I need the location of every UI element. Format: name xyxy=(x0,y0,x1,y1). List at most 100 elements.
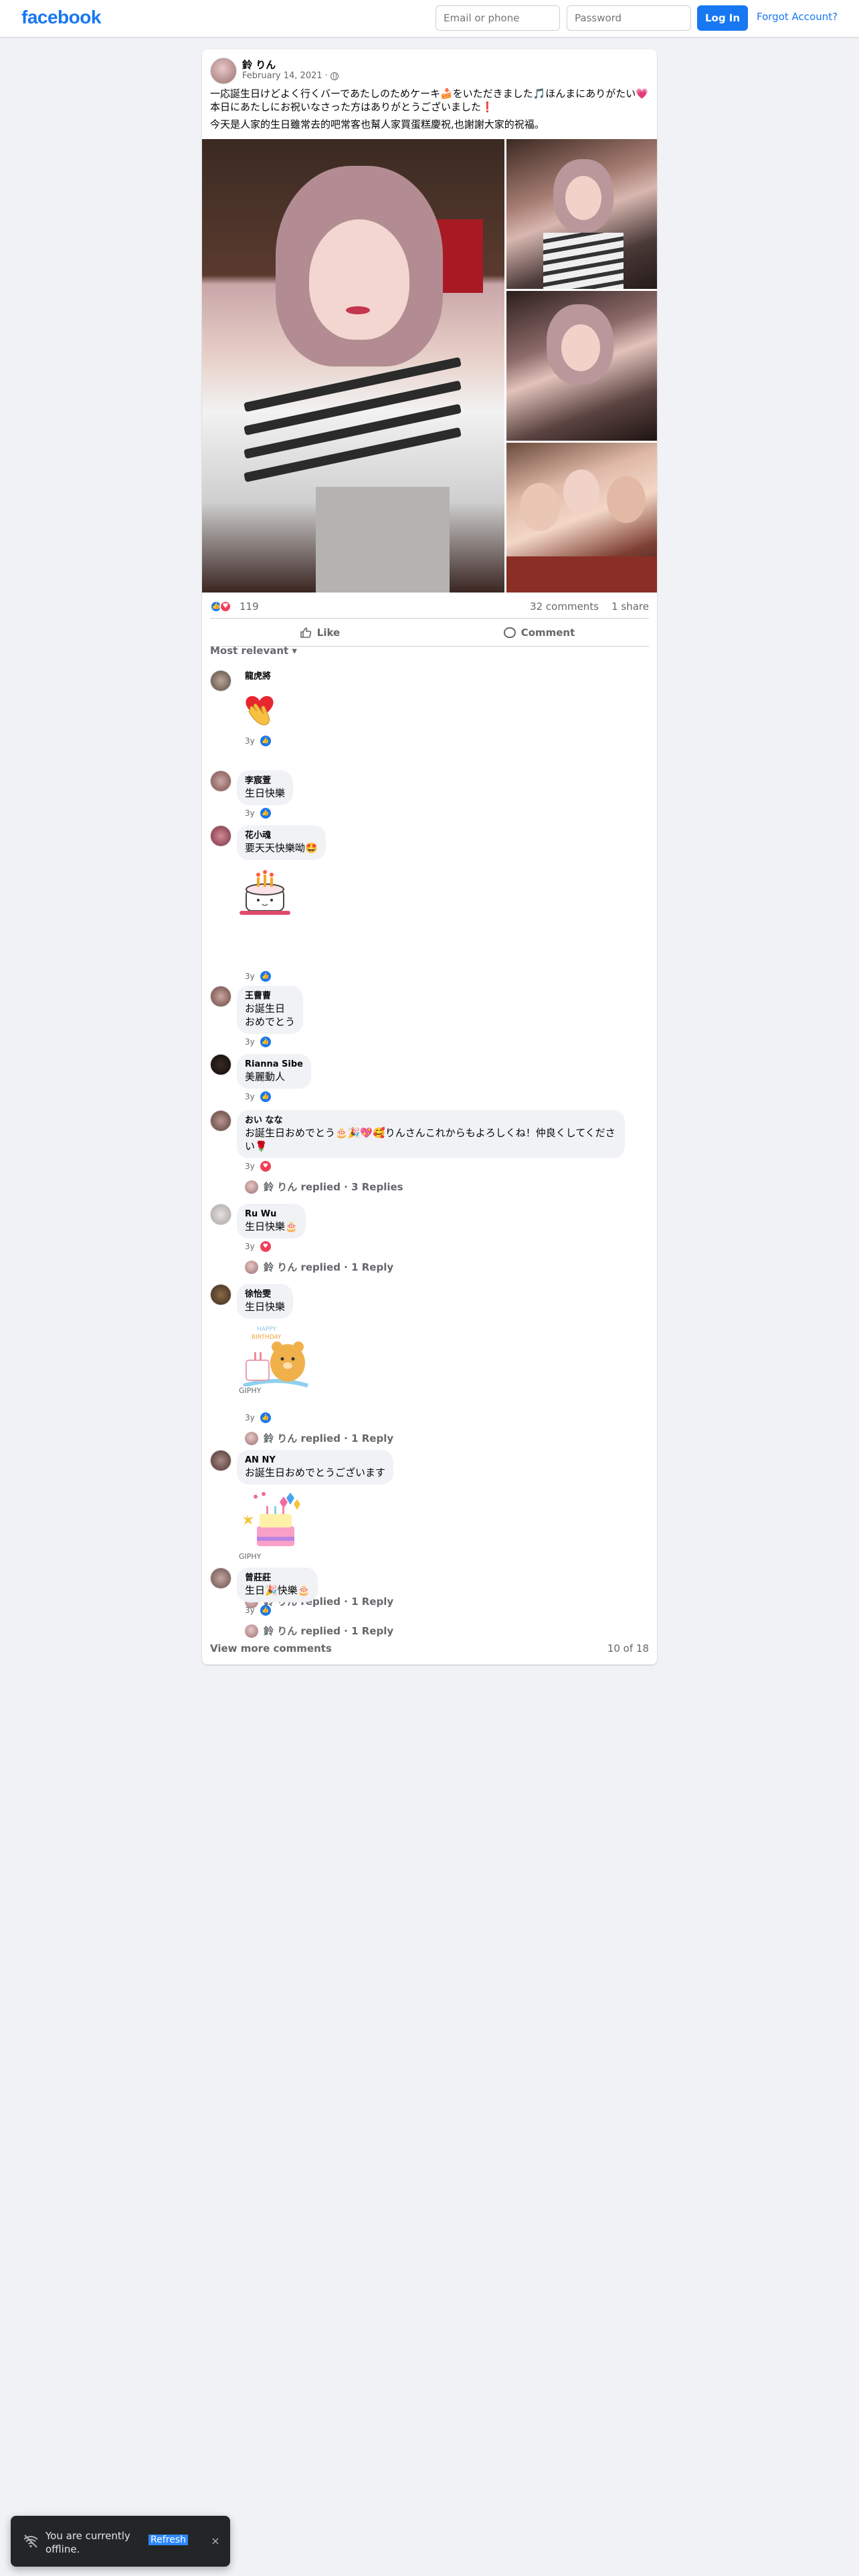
refresh-link[interactable]: Refresh xyxy=(149,2535,188,2545)
wifi-off-icon xyxy=(23,2535,38,2548)
globe-icon xyxy=(330,72,339,80)
comment-time[interactable]: 3y xyxy=(245,972,255,981)
photo-4[interactable] xyxy=(506,443,657,593)
commenter-avatar[interactable] xyxy=(210,1284,231,1305)
commenter-name[interactable]: 龍虎將 xyxy=(245,671,271,682)
comment-meta: 3y ♥ xyxy=(245,1241,271,1252)
commenter-avatar[interactable] xyxy=(210,1204,231,1225)
post-text-line: 一応誕生日けどよく行くバーであたしのためケーキ🍰をいただきました🎵ほんまにありが… xyxy=(210,88,648,100)
comment-text: 生日快樂🎂 xyxy=(245,1220,298,1232)
commenter-name[interactable]: 花小魂 xyxy=(245,831,318,841)
commenter-avatar[interactable] xyxy=(210,986,231,1007)
giphy-bear-cake-sticker[interactable]: HAPPY BIRTHDAY GIPHY xyxy=(237,1321,310,1395)
view-replies-link[interactable]: 鈴 りん replied · 3 Replies xyxy=(245,1180,403,1194)
post-text-line: 今天是人家的生日雖常去的吧常客也幫人家買蛋糕慶祝,也謝謝大家的祝福。 xyxy=(210,118,545,130)
comment-time[interactable]: 3y xyxy=(245,736,255,746)
photo-3[interactable] xyxy=(506,291,657,441)
post-text: 一応誕生日けどよく行くバーであたしのためケーキ🍰をいただきました🎵ほんまにありが… xyxy=(210,87,649,135)
replies-label: 鈴 りん replied · 1 Reply xyxy=(264,1261,394,1273)
reply-author-avatar xyxy=(245,1260,258,1274)
shares-count[interactable]: 1 share xyxy=(611,601,649,613)
comment-time[interactable]: 3y xyxy=(245,1092,255,1101)
offline-message: You are currently offline. xyxy=(45,2530,130,2555)
photo-2[interactable] xyxy=(506,139,657,289)
email-field[interactable] xyxy=(436,5,560,31)
comment-label: Comment xyxy=(520,627,575,639)
comments-count[interactable]: 32 comments xyxy=(530,601,599,613)
replies-label: 鈴 りん replied · 3 Replies xyxy=(264,1181,403,1193)
author-avatar[interactable] xyxy=(210,58,237,84)
thumb-up-icon xyxy=(300,627,312,638)
comment-bubble: 王曹曹 お誕生日 おめでとう xyxy=(237,986,304,1034)
bear-cake-illustration: HAPPY BIRTHDAY xyxy=(243,1326,308,1388)
like-reaction-icon: 👍 xyxy=(260,736,271,746)
comment-text: 美麗動人 xyxy=(245,1071,286,1083)
view-more-comments-link[interactable]: View more comments xyxy=(210,1642,332,1654)
comment-time[interactable]: 3y xyxy=(245,1162,255,1171)
comment-meta: 3y 👍 xyxy=(245,736,271,746)
photo-grid xyxy=(202,139,657,593)
top-navigation-bar: facebook Log In Forgot Account? xyxy=(0,0,859,37)
like-button[interactable]: Like xyxy=(210,619,430,646)
commenter-avatar[interactable] xyxy=(210,1568,231,1589)
giphy-cake-balloons-sticker[interactable]: GIPHY xyxy=(237,1487,310,1561)
comment-meta: 3y 👍 xyxy=(245,971,271,982)
commenter-avatar[interactable] xyxy=(210,1110,231,1132)
divider xyxy=(210,618,649,619)
commenter-name[interactable]: Ru Wu xyxy=(245,1209,298,1220)
heart-hand-sticker xyxy=(246,695,274,726)
comment-text: 生日快樂 xyxy=(245,787,286,799)
commenter-name[interactable]: Rianna Sibe xyxy=(245,1059,303,1070)
photo-main[interactable] xyxy=(202,139,504,593)
comment-time[interactable]: 3y xyxy=(245,1413,255,1422)
svg-text:HAPPY: HAPPY xyxy=(257,1326,277,1333)
post-text-line: 本日にあたしにお祝いなさった方はありがとうございました❗ xyxy=(210,101,494,113)
commenter-avatar[interactable] xyxy=(210,1054,231,1075)
view-replies-link[interactable]: 鈴 りん replied · 1 Reply xyxy=(245,1431,393,1445)
commenter-avatar[interactable] xyxy=(210,825,231,847)
forgot-account-link[interactable]: Forgot Account? xyxy=(757,11,838,23)
like-reaction-icon: 👍 xyxy=(260,971,271,982)
like-reaction-icon: 👍 xyxy=(260,1037,271,1047)
commenter-name[interactable]: 曾莊莊 xyxy=(245,1573,310,1584)
comment-text: 要天天快樂呦🤩 xyxy=(245,842,318,854)
commenter-name[interactable]: 李宸萱 xyxy=(245,776,285,786)
comment-meta: 3y ♥ xyxy=(245,1161,271,1172)
love-reaction-icon: ♥ xyxy=(219,601,231,613)
commenter-avatar[interactable] xyxy=(210,670,231,691)
login-button[interactable]: Log In xyxy=(697,5,748,31)
comment-text: お誕生日 おめでとう xyxy=(245,1002,296,1028)
giphy-attribution: GIPHY xyxy=(237,1386,264,1395)
view-replies-link[interactable]: 鈴 りん replied · 1 Reply xyxy=(245,1260,393,1274)
comment-time[interactable]: 3y xyxy=(245,809,255,818)
comment-text: 生日快樂 xyxy=(245,1301,286,1313)
like-reaction-icon: 👍 xyxy=(260,1605,271,1616)
comment-time[interactable]: 3y xyxy=(245,1242,255,1251)
comment-sort-dropdown[interactable]: Most relevant ▾ xyxy=(210,645,297,657)
facebook-logo[interactable]: facebook xyxy=(21,7,101,28)
comment-bubble: Ru Wu 生日快樂🎂 xyxy=(237,1204,306,1239)
commenter-name[interactable]: 徐怡雯 xyxy=(245,1289,285,1300)
post-date[interactable]: February 14, 2021 xyxy=(242,71,322,81)
comment-bubble: 徐怡雯 生日快樂 xyxy=(237,1284,294,1319)
comment-button[interactable]: Comment xyxy=(430,619,649,646)
commenter-avatar[interactable] xyxy=(210,770,231,792)
commenter-name[interactable]: おい なな xyxy=(245,1115,617,1126)
commenter-name[interactable]: AN NY xyxy=(245,1455,385,1466)
comment-text: お誕生日おめでとうございます xyxy=(245,1467,386,1479)
commenter-avatar[interactable] xyxy=(210,1450,231,1471)
password-field[interactable] xyxy=(567,5,691,31)
replies-label: 鈴 りん replied · 1 Reply xyxy=(264,1625,394,1637)
author-name[interactable]: 鈴 りん xyxy=(242,58,276,72)
comment-time[interactable]: 3y xyxy=(245,1606,255,1615)
comment-bubble: 李宸萱 生日快樂 xyxy=(237,770,294,805)
view-replies-link[interactable]: 鈴 りん replied · 1 Reply xyxy=(245,1624,393,1638)
comment-meta: 3y 👍 xyxy=(245,1037,271,1047)
close-icon[interactable]: × xyxy=(209,2535,222,2548)
comment-time[interactable]: 3y xyxy=(245,1037,255,1047)
reaction-count[interactable]: 119 xyxy=(240,601,259,613)
like-reaction-icon: 👍 xyxy=(260,1412,271,1423)
commenter-name[interactable]: 王曹曹 xyxy=(245,991,295,1002)
comment-bubble: AN NY お誕生日おめでとうございます xyxy=(237,1450,394,1485)
like-reaction-icon: 👍 xyxy=(260,1091,271,1102)
